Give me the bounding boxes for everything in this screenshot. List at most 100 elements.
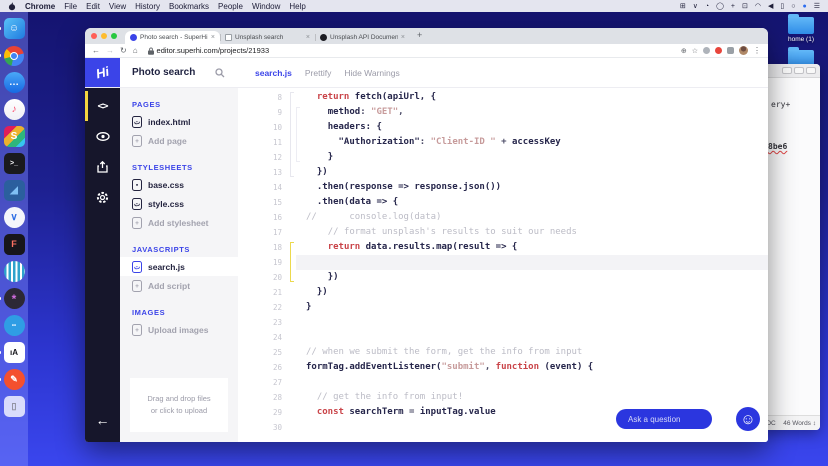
menubar-item-window[interactable]: Window: [252, 2, 280, 11]
spotlight-icon[interactable]: ○: [791, 3, 795, 10]
code-line[interactable]: 26formTag.addEventListener("submit", fun…: [238, 360, 768, 375]
code-line[interactable]: 16// console.log(data): [238, 210, 768, 225]
volume-icon[interactable]: ◀: [768, 3, 773, 10]
new-tab-button[interactable]: +: [417, 30, 422, 40]
forward-button[interactable]: →: [106, 46, 114, 55]
browser-tab[interactable]: Unsplash search×: [220, 31, 315, 44]
menubar-item-edit[interactable]: Edit: [86, 2, 100, 11]
menubar-item-people[interactable]: People: [218, 2, 243, 11]
dock-item-twitterrific[interactable]: ••: [4, 315, 25, 336]
superhi-logo[interactable]: Hi: [85, 58, 120, 87]
dock-item-trash[interactable]: ▯: [4, 396, 25, 417]
file-dropzone[interactable]: Drag and drop files or click to upload: [130, 378, 228, 432]
address-bar[interactable]: editor.superhi.com/projects/21933: [144, 46, 675, 55]
siri-icon[interactable]: ●: [802, 3, 806, 10]
apple-menu-icon[interactable]: [8, 2, 16, 11]
writer-toolbar-button[interactable]: [794, 67, 804, 74]
tab-close-icon[interactable]: ×: [306, 34, 310, 41]
minimize-window-button[interactable]: [101, 33, 107, 39]
extension-icon[interactable]: [727, 47, 734, 54]
dock-item-terminal[interactable]: >_: [4, 153, 25, 174]
home-button[interactable]: ⌂: [133, 46, 138, 55]
dock-item-figma[interactable]: F: [4, 234, 25, 255]
browser-menu-icon[interactable]: ⋮: [753, 46, 761, 55]
code-view-button[interactable]: <>: [85, 93, 120, 119]
code-line[interactable]: 12 }: [238, 150, 768, 165]
screen-share-icon[interactable]: ⊞: [680, 3, 686, 10]
code-line[interactable]: 22}: [238, 300, 768, 315]
browser-tab[interactable]: Unsplash API Documentation×: [315, 31, 410, 44]
battery-icon[interactable]: ▯: [780, 3, 784, 10]
sidebar-item-add-page[interactable]: Add page: [132, 131, 238, 150]
code-line[interactable]: 8 return fetch(apiUrl, {: [238, 90, 768, 105]
wifi-icon[interactable]: ◠: [755, 3, 761, 10]
profile-avatar[interactable]: [739, 46, 748, 55]
dock-item-messages[interactable]: …: [4, 72, 25, 93]
code-line[interactable]: 23: [238, 315, 768, 330]
writer-toolbar-button[interactable]: [782, 67, 792, 74]
dock-item-design-app[interactable]: *: [4, 288, 25, 309]
code-line[interactable]: 14 .then(response => response.json()): [238, 180, 768, 195]
tab-search-js[interactable]: search.js: [255, 68, 292, 78]
code-line[interactable]: 21 }): [238, 285, 768, 300]
prettify-button[interactable]: Prettify: [305, 68, 331, 78]
menubar-item-history[interactable]: History: [135, 2, 160, 11]
tab-close-icon[interactable]: ×: [211, 34, 215, 41]
code-line[interactable]: 25// when we submit the form, get the in…: [238, 345, 768, 360]
publish-button[interactable]: [85, 154, 120, 180]
code-line[interactable]: 24: [238, 330, 768, 345]
background-writer-window[interactable]: ery+ 8be6 OC 46 Words ↕: [762, 64, 820, 430]
desktop-folder-home[interactable]: [788, 17, 814, 34]
circle-icon[interactable]: ◯: [716, 3, 724, 10]
close-window-button[interactable]: [91, 33, 97, 39]
sidebar-item-add-script[interactable]: Add script: [132, 276, 238, 295]
sidebar-item-search-js[interactable]: search.js: [120, 257, 238, 276]
sidebar-item-style-css[interactable]: style.css: [132, 194, 238, 213]
code-line[interactable]: 9 method: "GET",: [238, 105, 768, 120]
code-line[interactable]: 28 // get the info from input!: [238, 390, 768, 405]
code-line[interactable]: 11 "Authorization": "Client-ID " + acces…: [238, 135, 768, 150]
code-line[interactable]: 15 .then(data => {: [238, 195, 768, 210]
writer-word-count[interactable]: 46 Words ↕: [783, 420, 816, 427]
dock-item-pen-app[interactable]: ✎: [4, 369, 25, 390]
menubar-item-view[interactable]: View: [109, 2, 126, 11]
menubar-item-file[interactable]: File: [64, 2, 77, 11]
code-line[interactable]: 19: [238, 255, 768, 270]
preview-button[interactable]: [85, 123, 120, 149]
code-line[interactable]: 27: [238, 375, 768, 390]
dock-item-slack[interactable]: S: [4, 126, 25, 147]
code-line[interactable]: 13 }): [238, 165, 768, 180]
help-smiley-button[interactable]: ☺: [736, 407, 760, 431]
tab-close-icon[interactable]: ×: [401, 34, 405, 41]
code-editor[interactable]: 8 return fetch(apiUrl, {9 method: "GET",…: [238, 88, 768, 442]
extension-icon[interactable]: [703, 47, 710, 54]
sidebar-item-add-stylesheet[interactable]: Add stylesheet: [132, 213, 238, 232]
ask-question-button[interactable]: Ask a question: [616, 409, 712, 429]
code-line[interactable]: 17 // format unsplash's results to suit …: [238, 225, 768, 240]
menubar-item-help[interactable]: Help: [289, 2, 305, 11]
code-line[interactable]: 20 }): [238, 270, 768, 285]
back-arrow-button[interactable]: ←: [85, 412, 120, 428]
sidebar-item-base-css[interactable]: base.css: [132, 175, 238, 194]
dock-item-finder[interactable]: ☺: [4, 18, 25, 39]
display-icon[interactable]: ⊡: [742, 3, 748, 10]
code-line[interactable]: 18 return data.results.map(result => {: [238, 240, 768, 255]
zoom-window-button[interactable]: [111, 33, 117, 39]
plus-icon[interactable]: +: [731, 3, 735, 10]
adblock-extension-icon[interactable]: [715, 47, 722, 54]
dock-item-download-circle-app[interactable]: ∨: [4, 207, 25, 228]
hide-warnings-button[interactable]: Hide Warnings: [344, 68, 399, 78]
menubar-item-bookmarks[interactable]: Bookmarks: [169, 2, 209, 11]
browser-tab[interactable]: Photo search - SuperHi×: [125, 31, 220, 44]
dock-item-music[interactable]: ♪: [4, 99, 25, 120]
reload-button[interactable]: ↻: [120, 46, 127, 55]
timer-icon[interactable]: ◔: [705, 3, 709, 10]
sidebar-item-upload-images[interactable]: Upload images: [132, 320, 238, 339]
control-center-icon[interactable]: ☰: [814, 3, 820, 10]
search-icon[interactable]: [215, 68, 225, 78]
menubar-item-chrome[interactable]: Chrome: [25, 2, 55, 11]
back-button[interactable]: ←: [92, 46, 100, 55]
settings-button[interactable]: [85, 184, 120, 210]
dock-item-stripes-app[interactable]: [4, 261, 25, 282]
dock-item-ia-writer[interactable]: ıA: [4, 342, 25, 363]
